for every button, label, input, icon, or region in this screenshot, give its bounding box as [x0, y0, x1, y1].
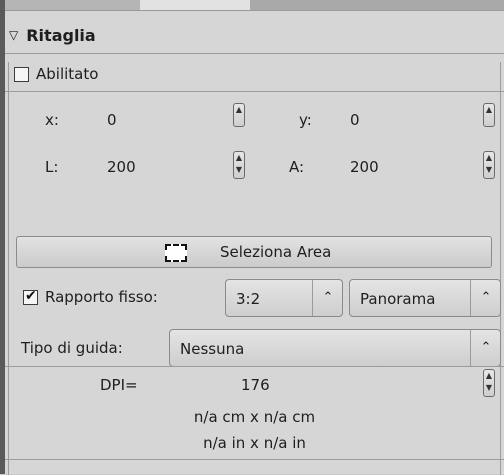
tab-dark-area	[250, 0, 504, 10]
enabled-checkbox[interactable]	[14, 67, 29, 82]
guide-type-value: Nessuna	[180, 340, 245, 358]
dpi-spin-button[interactable]: ▲ ▼	[483, 369, 495, 397]
size-cm-text: n/a cm x n/a cm	[193, 408, 316, 426]
top-tab-strip	[5, 0, 504, 10]
orientation-value: Panorama	[360, 290, 436, 308]
width-label: L:	[45, 158, 59, 176]
divider	[5, 53, 504, 54]
divider	[5, 91, 504, 92]
y-spin-button[interactable]: ▲	[483, 103, 495, 127]
orientation-combo[interactable]: Panorama ⌃	[349, 279, 501, 317]
enabled-label: Abilitato	[36, 65, 99, 83]
fixed-ratio-checkbox[interactable]	[23, 288, 38, 305]
updown-chevron-icon: ⌃	[470, 330, 501, 366]
ratio-combo[interactable]: 3:2 ⌃	[225, 279, 343, 317]
updown-chevron-icon: ⌃	[470, 280, 501, 316]
updown-chevron-icon: ⌃	[312, 280, 343, 316]
ratio-value: 3:2	[236, 290, 261, 308]
select-area-label: Seleziona Area	[220, 243, 332, 261]
dpi-label: DPI=	[100, 376, 138, 394]
x-input[interactable]: 0	[107, 109, 117, 131]
y-input[interactable]: 0	[350, 109, 360, 131]
divider	[5, 366, 504, 367]
x-spin-button[interactable]: ▲	[233, 103, 245, 127]
divider	[5, 459, 504, 460]
tab-light-area	[140, 0, 250, 10]
dpi-input[interactable]: 176	[241, 374, 270, 396]
triangle-down-icon[interactable]: ▽	[9, 28, 18, 42]
section-header[interactable]: ▽ Ritaglia	[9, 23, 96, 47]
y-label: y:	[299, 111, 312, 129]
x-label: x:	[45, 111, 59, 129]
select-area-button[interactable]: Seleziona Area	[16, 236, 492, 268]
width-spin-button[interactable]: ▲ ▼	[233, 151, 245, 179]
crop-panel: ▽ Ritaglia Abilitato x: 0 ▲ y: 0 ▲ L: 20…	[5, 10, 504, 475]
width-input[interactable]: 200	[107, 156, 136, 178]
height-spin-button[interactable]: ▲ ▼	[483, 151, 495, 179]
fixed-ratio-label: Rapporto fisso:	[45, 288, 158, 306]
height-label: A:	[289, 158, 305, 176]
height-input[interactable]: 200	[350, 156, 379, 178]
guide-type-label: Tipo di guida:	[21, 339, 123, 357]
section-title: Ritaglia	[26, 25, 96, 45]
selection-rectangle-icon	[165, 244, 187, 262]
guide-type-combo[interactable]: Nessuna ⌃	[169, 329, 501, 367]
crop-panel-window: ▽ Ritaglia Abilitato x: 0 ▲ y: 0 ▲ L: 20…	[0, 0, 504, 475]
size-in-text: n/a in x n/a in	[203, 434, 306, 452]
